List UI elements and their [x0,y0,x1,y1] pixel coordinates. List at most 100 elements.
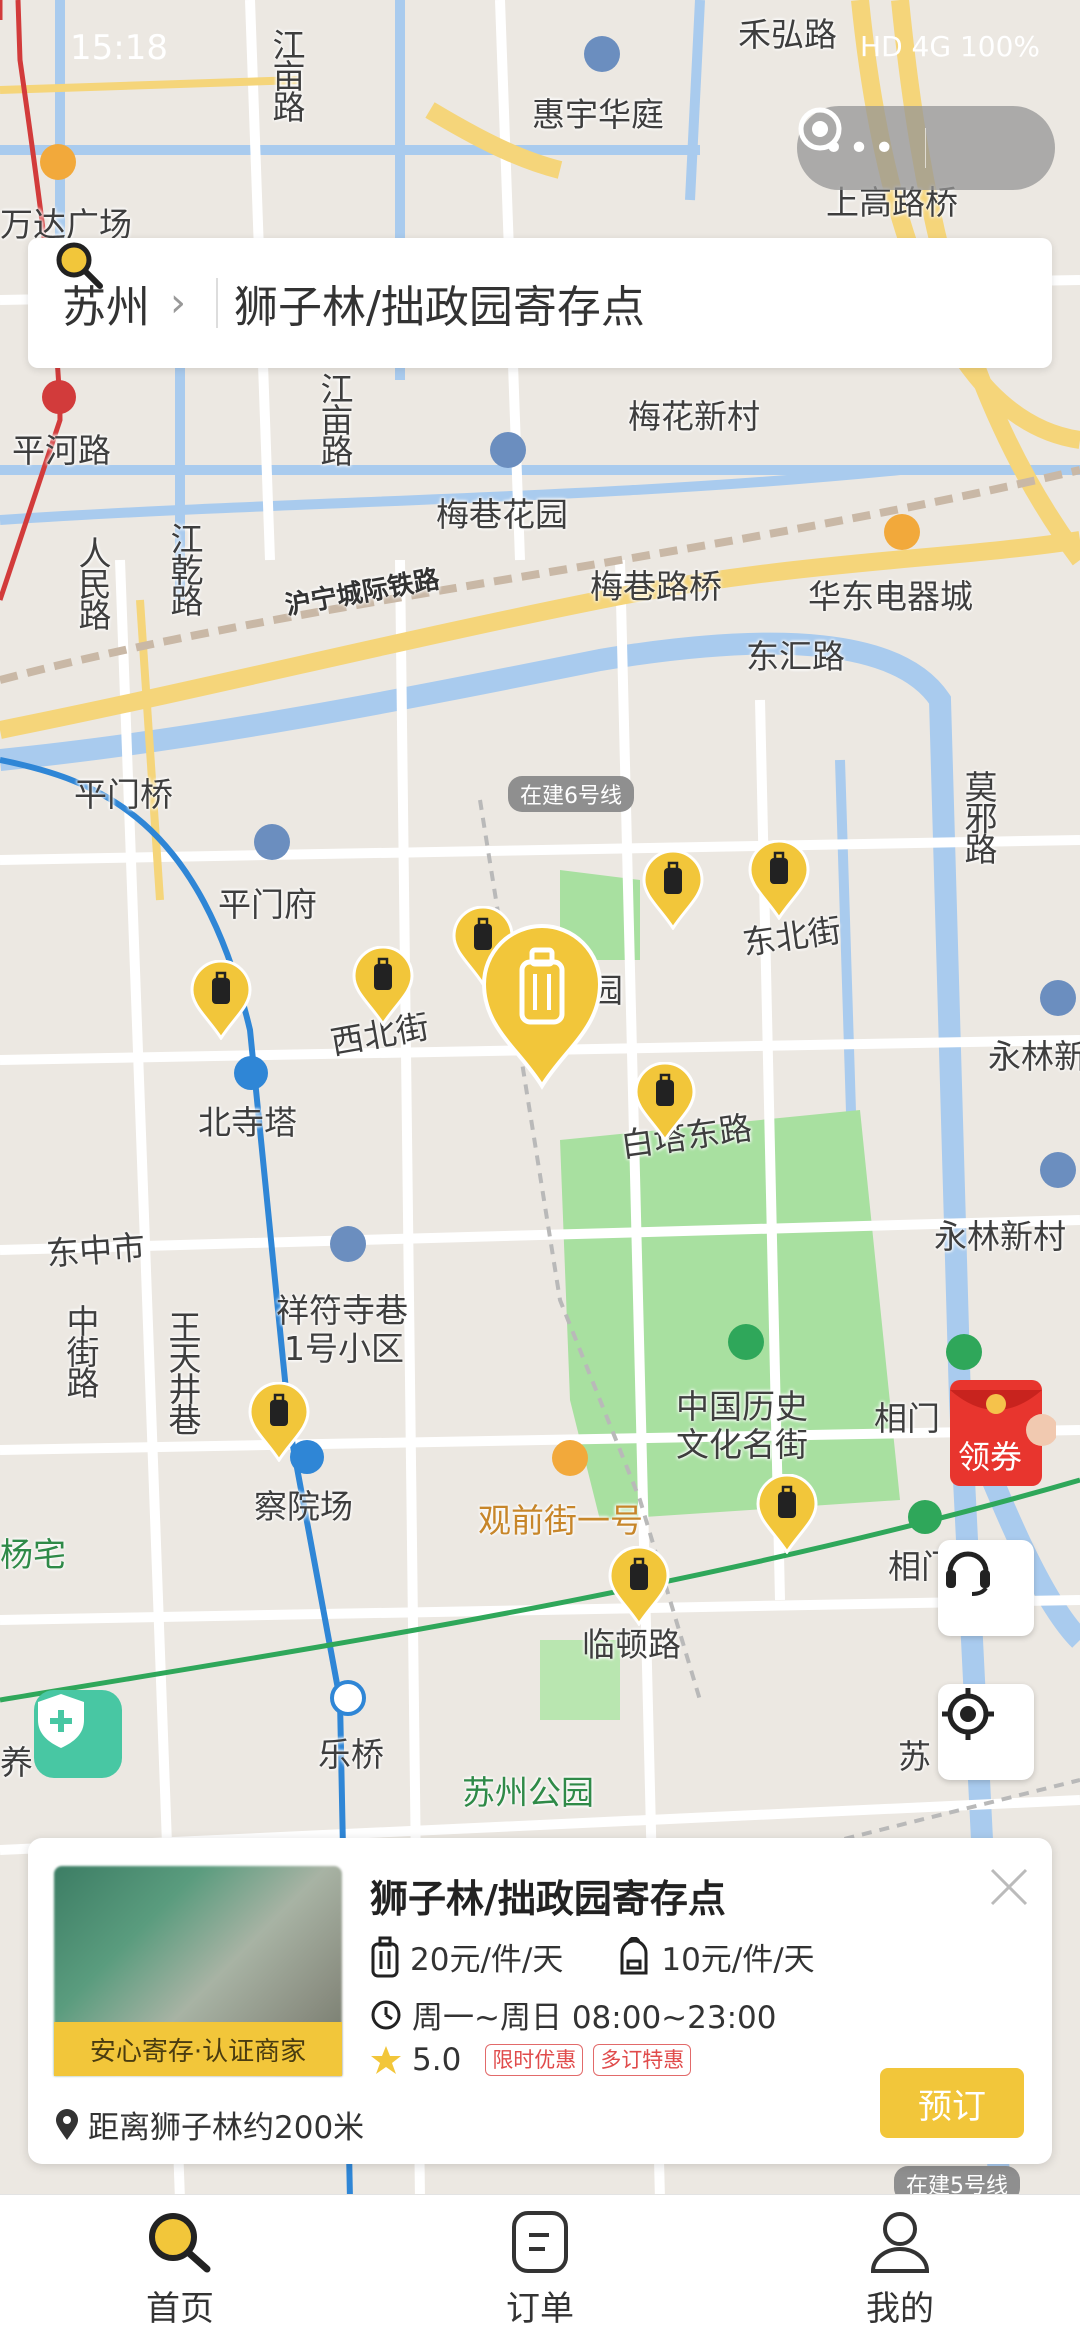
map-label: 永林新 [988,1037,1080,1076]
map-label: 文化名街 [676,1425,808,1464]
luggage-pin-icon[interactable] [756,1474,818,1554]
map-label: 北寺塔 [198,1103,297,1142]
status-time: 15:18 [70,28,168,68]
multi-order-badge: 多订特惠 [593,2044,692,2076]
backpack-icon [620,1936,648,1974]
map-label: 东中市 [44,1227,147,1274]
store-card[interactable]: 安心寄存·认证商家 狮子林/拙政园寄存点 20元/件/天 10元/件/天 周一~… [28,1838,1052,2164]
rating-row: 5.0 限时优惠 多订特惠 [370,2042,692,2078]
map-label: 观前街一号 [478,1501,643,1540]
map-label: 王天井巷 [163,1310,202,1434]
map-label: 东汇路 [746,637,845,676]
poi-camera-icon [728,1324,764,1360]
poi-home-icon [490,432,526,468]
coupon-label: 领券 [958,1438,1023,1476]
tab-orders[interactable]: 订单 [360,2195,720,2341]
close-miniprogram-icon[interactable] [798,106,1054,190]
miniprogram-capsule[interactable]: ••• [797,106,1055,190]
map-label: 苏州公园 [462,1773,594,1812]
poi-home-icon [330,1226,366,1262]
map-label: 江乾路 [165,522,204,615]
limited-offer-badge: 限时优惠 [485,2044,584,2076]
luggage-pin-icon[interactable] [608,1546,670,1626]
tab-profile[interactable]: 我的 [720,2195,1080,2341]
luggage-icon [371,1936,399,1977]
tab-label: 订单 [506,2289,574,2329]
search-icon [56,242,103,289]
map-label: 苏 [898,1737,931,1776]
map-label: 永林新村 [934,1217,1066,1256]
location-icon [56,2108,78,2140]
tab-home[interactable]: 首页 [0,2195,360,2341]
customer-service-button[interactable] [938,1540,1034,1636]
star-icon [371,2046,401,2074]
map-label: 平门府 [218,885,317,924]
map-label: 江亩路 [315,372,354,465]
poi-shop-icon [40,144,76,180]
map-label: 平门桥 [74,775,173,814]
hours-row: 周一~周日 08:00~23:00 [370,1992,776,2037]
luggage-pin-icon[interactable] [190,960,252,1040]
map-label: 杨宅 [0,1535,66,1574]
map-label: 察院场 [254,1487,353,1526]
luggage-pin-icon[interactable] [352,946,414,1026]
poi-shop-icon [552,1440,588,1476]
luggage-pin-icon[interactable] [248,1382,310,1462]
chevron-right-icon: › [170,280,186,326]
price-bag: 10元/件/天 [661,1942,815,1978]
distance-row: 距离狮子林约200米 [54,2102,364,2147]
map-label: 1号小区 [284,1329,404,1368]
price-luggage: 20元/件/天 [410,1942,564,1978]
price-row: 20元/件/天 10元/件/天 [370,1934,815,1979]
close-icon[interactable] [986,1864,1032,1910]
clock-icon [371,2000,401,2029]
poi-home-icon [584,36,620,72]
map-label: 人民路 [73,536,112,629]
search-query[interactable]: 狮子林/拙政园寄存点 [234,271,645,335]
headset-icon [946,1551,990,1596]
poi-home-icon [254,824,290,860]
metro-station-icon [234,1056,268,1090]
map-tag-line6: 在建6号线 [508,776,634,812]
poi-home-icon [1040,980,1076,1016]
map-label: 江亩路 [267,28,306,121]
distance-text: 距离狮子林约200米 [88,2110,365,2146]
selected-location-pin-icon[interactable] [480,924,604,1090]
coupon-button[interactable]: 领券 [946,1370,1056,1490]
map-label: 梅花新村 [628,397,760,436]
map-label: 乐桥 [318,1735,384,1774]
map-label: 养 [0,1743,33,1782]
safety-shield-button[interactable] [34,1690,122,1778]
poi-home-icon [1040,1152,1076,1188]
map-label: 华东电器城 [808,577,973,616]
book-button[interactable]: 预订 [880,2068,1024,2138]
tab-label: 我的 [866,2289,934,2329]
map-label: 梅巷路桥 [590,567,722,606]
user-icon [870,2212,930,2273]
map-label: 禾弘路 [738,15,837,54]
search-icon [149,2213,211,2273]
map-label: 莫邪路 [959,770,998,863]
rating-value: 5.0 [412,2042,462,2078]
poi-shop-icon [884,514,920,550]
map-label: 平河路 [12,431,111,470]
luggage-pin-icon[interactable] [642,850,704,930]
map-label: 中街路 [61,1304,100,1397]
metro-station-icon [42,380,76,414]
certified-badge: 安心寄存·认证商家 [54,2022,342,2076]
luggage-pin-icon[interactable] [634,1062,696,1142]
metro-transfer-icon [330,1680,366,1716]
order-icon [512,2211,568,2273]
bottom-tab-bar: 首页 订单 我的 [0,2194,1080,2341]
locate-button[interactable] [938,1684,1034,1780]
luggage-pin-icon[interactable] [748,840,810,920]
map-label: 惠宇华庭 [532,95,664,134]
store-title: 狮子林/拙政园寄存点 [370,1877,726,1921]
map-label: 相门 [874,1399,940,1438]
search-divider [216,278,218,328]
shield-plus-icon [38,1694,84,1748]
search-bar[interactable]: 苏州 › 狮子林/拙政园寄存点 [28,238,1052,368]
tab-label: 首页 [146,2289,214,2329]
business-hours: 周一~周日 08:00~23:00 [412,2000,777,2036]
map-label: 梅巷花园 [436,495,568,534]
